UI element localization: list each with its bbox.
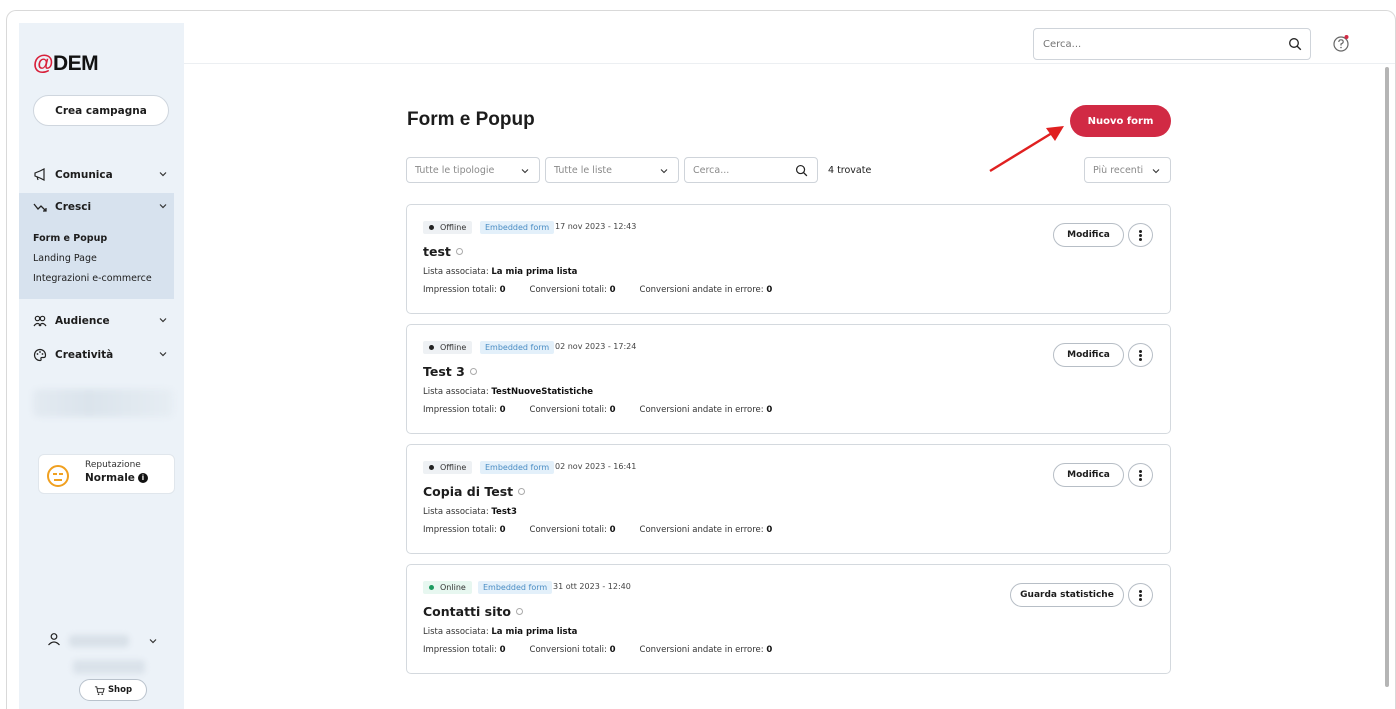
- people-icon: [33, 314, 51, 328]
- associated-list: Lista associata: La mia prima lista: [423, 627, 578, 637]
- search-input[interactable]: [1043, 36, 1273, 52]
- sidebar-subitem-ecommerce[interactable]: Integrazioni e-commerce: [33, 273, 152, 284]
- trend-icon: [33, 200, 51, 214]
- form-search-field[interactable]: Cerca...: [684, 157, 818, 183]
- sidebar-subitem-landing-page[interactable]: Landing Page: [33, 253, 97, 264]
- cresci-section: Cresci Form e Popup Landing Page Integra…: [19, 193, 174, 299]
- list-filter-select[interactable]: Tutte le liste: [545, 157, 679, 183]
- type-badge: Embedded form: [480, 221, 555, 234]
- status-dot-icon: [518, 488, 526, 495]
- form-name[interactable]: Contatti sito: [423, 604, 523, 619]
- chevron-down-icon: [1152, 169, 1160, 174]
- chevron-down-icon: [660, 169, 668, 174]
- search-icon[interactable]: [795, 164, 808, 177]
- status-dot-icon: [455, 248, 463, 255]
- neutral-face-icon: [47, 465, 69, 487]
- status-badge: Offline: [423, 461, 473, 474]
- app-window: @DEM Crea campagna Comunica Cresci Form …: [6, 10, 1396, 709]
- redacted-block: [33, 389, 173, 417]
- sidebar: @DEM Crea campagna Comunica Cresci Form …: [19, 23, 184, 709]
- info-icon[interactable]: i: [137, 473, 148, 483]
- type-badge: Embedded form: [480, 341, 555, 354]
- sidebar-item-audience[interactable]: Audience: [33, 309, 181, 333]
- form-stats: Impression totali: 0 Conversioni totali: …: [423, 645, 773, 655]
- form-stats: Impression totali: 0 Conversioni totali: …: [423, 285, 773, 295]
- more-options-icon[interactable]: [1128, 223, 1153, 247]
- scrollbar[interactable]: [1385, 67, 1389, 687]
- associated-list: Lista associata: La mia prima lista: [423, 267, 578, 277]
- form-card: Online Embedded form 31 ott 2023 - 12:40…: [406, 564, 1171, 674]
- user-menu[interactable]: [47, 630, 175, 650]
- more-options-icon[interactable]: [1128, 343, 1153, 367]
- type-badge: Embedded form: [478, 581, 553, 594]
- status-dot-icon: [469, 368, 477, 375]
- annotation-arrow-icon: [989, 126, 1064, 173]
- sidebar-item-label: Cresci: [55, 201, 92, 213]
- chevron-down-icon: [159, 352, 167, 357]
- sidebar-subitem-form-popup[interactable]: Form e Popup: [33, 233, 107, 244]
- reputation-label: Reputazione: [85, 460, 141, 470]
- card-date: 31 ott 2023 - 12:40: [553, 582, 631, 591]
- redacted-account: [73, 660, 145, 674]
- sort-select[interactable]: Più recenti: [1084, 157, 1171, 183]
- topbar: [184, 11, 1395, 64]
- form-card: Offline Embedded form 02 nov 2023 - 17:2…: [406, 324, 1171, 434]
- user-icon: [48, 633, 60, 646]
- status-badge: Offline: [423, 221, 473, 234]
- results-count: 4 trovate: [828, 165, 872, 176]
- shop-button[interactable]: Shop: [79, 679, 147, 701]
- cart-icon: [94, 685, 105, 695]
- card-date: 02 nov 2023 - 17:24: [555, 342, 637, 351]
- form-name[interactable]: test: [423, 244, 463, 259]
- status-badge: Offline: [423, 341, 473, 354]
- reputation-value: Normale i: [85, 472, 148, 484]
- form-stats: Impression totali: 0 Conversioni totali: …: [423, 405, 773, 415]
- chevron-down-icon: [159, 318, 167, 323]
- view-stats-button[interactable]: Guarda statistiche: [1010, 583, 1124, 607]
- sidebar-item-label: Creatività: [55, 349, 114, 361]
- search-icon[interactable]: [1288, 37, 1302, 51]
- sidebar-item-label: Audience: [55, 315, 110, 327]
- redacted-username: [69, 635, 129, 647]
- chevron-down-icon: [159, 172, 167, 177]
- card-date: 02 nov 2023 - 16:41: [555, 462, 637, 471]
- associated-list: Lista associata: Test3: [423, 507, 517, 517]
- reputation-card[interactable]: Reputazione Normale i: [38, 454, 175, 494]
- form-card: Offline Embedded form 17 nov 2023 - 12:4…: [406, 204, 1171, 314]
- logo[interactable]: @DEM: [33, 52, 99, 76]
- type-badge: Embedded form: [480, 461, 555, 474]
- palette-icon: [33, 348, 51, 362]
- form-name[interactable]: Copia di Test: [423, 484, 526, 499]
- form-card: Offline Embedded form 02 nov 2023 - 16:4…: [406, 444, 1171, 554]
- help-icon[interactable]: [1331, 33, 1351, 53]
- more-options-icon[interactable]: [1128, 583, 1153, 607]
- associated-list: Lista associata: TestNuoveStatistiche: [423, 387, 594, 397]
- global-search[interactable]: [1033, 28, 1311, 60]
- type-filter-select[interactable]: Tutte le tipologie: [406, 157, 540, 183]
- edit-button[interactable]: Modifica: [1053, 463, 1124, 487]
- chevron-down-icon: [149, 639, 157, 644]
- edit-button[interactable]: Modifica: [1053, 343, 1124, 367]
- more-options-icon[interactable]: [1128, 463, 1153, 487]
- sidebar-item-creativita[interactable]: Creatività: [33, 343, 181, 367]
- chevron-down-icon: [521, 169, 529, 174]
- sidebar-item-cresci[interactable]: Cresci: [33, 195, 181, 219]
- edit-button[interactable]: Modifica: [1053, 223, 1124, 247]
- status-dot-icon: [515, 608, 523, 615]
- chevron-down-icon: [159, 204, 167, 209]
- new-form-button[interactable]: Nuovo form: [1070, 105, 1171, 137]
- sidebar-item-comunica[interactable]: Comunica: [33, 163, 181, 187]
- form-name[interactable]: Test 3: [423, 364, 477, 379]
- sidebar-item-label: Comunica: [55, 169, 113, 181]
- megaphone-icon: [33, 168, 51, 182]
- form-stats: Impression totali: 0 Conversioni totali: …: [423, 525, 773, 535]
- card-date: 17 nov 2023 - 12:43: [555, 222, 637, 231]
- page-title: Form e Popup: [407, 109, 535, 130]
- create-campaign-button[interactable]: Crea campagna: [33, 95, 169, 126]
- status-badge: Online: [423, 581, 472, 594]
